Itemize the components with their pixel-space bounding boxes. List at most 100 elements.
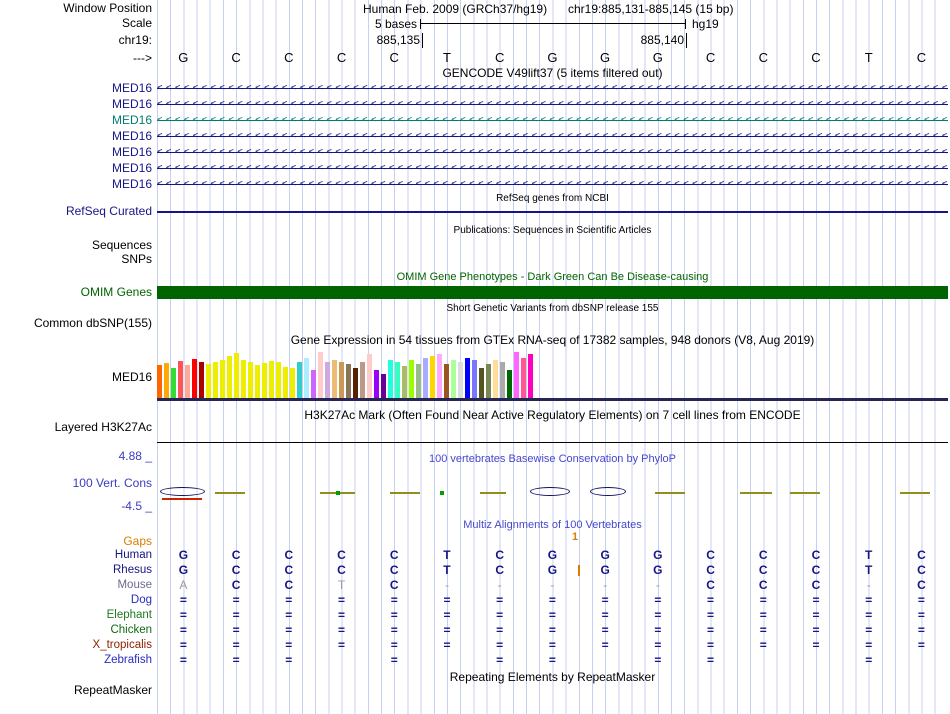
- alignment-base: =: [179, 653, 187, 667]
- gencode-track-title[interactable]: GENCODE V49lift37 (5 items filtered out): [157, 66, 948, 80]
- alignment-base: =: [707, 653, 715, 667]
- alignment-base: =: [601, 638, 609, 652]
- gtex-track-title[interactable]: Gene Expression in 54 tissues from GTEx …: [157, 333, 948, 347]
- alignment-base: C: [337, 563, 346, 577]
- alignment-base: =: [707, 638, 715, 652]
- alignment-base: C: [706, 563, 715, 577]
- strand-arrows: <<<<<<<<<<<<<<<<<<<<<<<<<<<<<<<<<<<<<<<<…: [157, 115, 948, 125]
- alignment-base: =: [390, 593, 398, 607]
- gencode-item-label[interactable]: MED16: [0, 176, 152, 192]
- alignment-base: =: [443, 608, 451, 622]
- gaps-label[interactable]: Gaps: [0, 535, 152, 548]
- species-label[interactable]: X_tropicalis: [0, 638, 152, 653]
- gtex-tissue-bar: [325, 362, 330, 398]
- alignment-base: =: [759, 638, 767, 652]
- phylop-mark-dash: [655, 492, 685, 494]
- multiz-row: Zebrafish = = = = = = = = =: [0, 653, 950, 668]
- alignment-base: =: [443, 623, 451, 637]
- alignment-base: =: [390, 623, 398, 637]
- dbsnp-track-title[interactable]: Short Genetic Variants from dbSNP releas…: [157, 303, 948, 314]
- species-label[interactable]: Mouse: [0, 578, 152, 593]
- omim-gene-item[interactable]: [157, 286, 948, 299]
- gtex-tissue-bar: [493, 360, 498, 398]
- gencode-transcript-row[interactable]: MED16 <<<<<<<<<<<<<<<<<<<<<<<<<<<<<<<<<<<…: [0, 176, 950, 192]
- gencode-item-label[interactable]: MED16: [0, 112, 152, 128]
- alignment-base: =: [338, 638, 346, 652]
- alignment-base: C: [231, 548, 241, 562]
- repeatmasker-track-title[interactable]: Repeating Elements by RepeatMasker: [157, 670, 948, 684]
- h3k27ac-track-title[interactable]: H3K27Ac Mark (Often Found Near Active Re…: [157, 408, 948, 422]
- gtex-tissue-bar: [360, 362, 365, 398]
- alignment-base: C: [811, 578, 821, 592]
- alignment-base: =: [865, 608, 873, 622]
- species-label[interactable]: Human: [0, 548, 152, 563]
- alignment-base: =: [917, 623, 925, 637]
- snps-track-label[interactable]: SNPs: [0, 253, 152, 266]
- gencode-transcript-row[interactable]: MED16 <<<<<<<<<<<<<<<<<<<<<<<<<<<<<<<<<<<…: [0, 80, 950, 96]
- gencode-item-label[interactable]: MED16: [0, 96, 152, 112]
- gencode-transcript-row[interactable]: MED16 <<<<<<<<<<<<<<<<<<<<<<<<<<<<<<<<<<<…: [0, 160, 950, 176]
- alignment-base: C: [337, 548, 346, 562]
- gencode-transcript-row[interactable]: MED16 <<<<<<<<<<<<<<<<<<<<<<<<<<<<<<<<<<<…: [0, 112, 950, 128]
- gtex-tissue-bar: [528, 354, 533, 398]
- species-label[interactable]: Zebrafish: [0, 653, 152, 668]
- multiz-track-title[interactable]: Multiz Alignments of 100 Vertebrates: [157, 519, 948, 531]
- refseq-gene-item[interactable]: [157, 211, 948, 213]
- alignment-base: =: [812, 638, 820, 652]
- gtex-tissue-bar: [297, 362, 302, 398]
- gtex-bars[interactable]: [157, 350, 948, 398]
- ruler-base: G: [600, 50, 611, 65]
- publications-track-title[interactable]: Publications: Sequences in Scientific Ar…: [157, 225, 948, 236]
- omim-genes-label[interactable]: OMIM Genes: [0, 286, 152, 299]
- alignment-base: C: [706, 578, 715, 592]
- omim-track-title[interactable]: OMIM Gene Phenotypes - Dark Green Can Be…: [157, 271, 948, 283]
- gencode-transcript-row[interactable]: MED16 <<<<<<<<<<<<<<<<<<<<<<<<<<<<<<<<<<<…: [0, 96, 950, 112]
- alignment-base: G: [178, 548, 189, 562]
- phylop-marks[interactable]: [157, 485, 948, 503]
- vert-cons-label[interactable]: 100 Vert. Cons: [0, 477, 152, 490]
- repeatmasker-label[interactable]: RepeatMasker: [0, 684, 152, 697]
- gtex-tissue-bar: [311, 370, 316, 398]
- gtex-tissue-bar: [234, 353, 239, 398]
- ruler-base: C: [705, 50, 716, 65]
- transcript-graphic: <<<<<<<<<<<<<<<<<<<<<<<<<<<<<<<<<<<<<<<<…: [157, 112, 948, 128]
- gencode-item-label[interactable]: MED16: [0, 80, 152, 96]
- sequences-track-label[interactable]: Sequences: [0, 239, 152, 252]
- gtex-tissue-bar: [521, 358, 526, 398]
- gtex-tissue-bar: [367, 354, 372, 398]
- gtex-tissue-bar: [500, 362, 505, 398]
- gtex-tissue-bar: [304, 358, 309, 398]
- alignment-base: G: [178, 563, 189, 577]
- species-label[interactable]: Dog: [0, 593, 152, 608]
- ruler-base: C: [284, 50, 294, 65]
- gencode-transcript-row[interactable]: MED16 <<<<<<<<<<<<<<<<<<<<<<<<<<<<<<<<<<<…: [0, 144, 950, 160]
- gencode-transcript-row[interactable]: MED16 <<<<<<<<<<<<<<<<<<<<<<<<<<<<<<<<<<<…: [0, 128, 950, 144]
- alignment-base: -: [603, 578, 608, 592]
- gtex-tissue-bar: [199, 362, 204, 398]
- alignment-base: =: [548, 653, 556, 667]
- phylop-track-title[interactable]: 100 vertebrates Basewise Conservation by…: [157, 453, 948, 465]
- refseq-curated-label[interactable]: RefSeq Curated: [0, 205, 152, 218]
- gencode-item-label[interactable]: MED16: [0, 160, 152, 176]
- alignment-base: -: [497, 578, 502, 592]
- layered-h3k27ac-label[interactable]: Layered H3K27Ac: [0, 421, 152, 434]
- gencode-items: MED16 <<<<<<<<<<<<<<<<<<<<<<<<<<<<<<<<<<<…: [0, 80, 950, 192]
- alignment-base: =: [654, 593, 662, 607]
- species-label[interactable]: Elephant: [0, 608, 152, 623]
- refseq-track-title[interactable]: RefSeq genes from NCBI: [157, 193, 948, 204]
- alignment-base: =: [759, 608, 767, 622]
- species-label[interactable]: Rhesus: [0, 563, 152, 578]
- common-dbsnp-label[interactable]: Common dbSNP(155): [0, 317, 152, 330]
- alignment-base: =: [232, 593, 240, 607]
- alignment-base: =: [338, 608, 346, 622]
- gencode-item-label[interactable]: MED16: [0, 144, 152, 160]
- gencode-item-label[interactable]: MED16: [0, 128, 152, 144]
- species-label[interactable]: Chicken: [0, 623, 152, 638]
- window-position-label: Window Position: [63, 1, 152, 15]
- transcript-graphic: <<<<<<<<<<<<<<<<<<<<<<<<<<<<<<<<<<<<<<<<…: [157, 176, 948, 192]
- base-ruler-track[interactable]: GCCCCTCGGGCCCTC: [157, 50, 948, 65]
- ruler-base: C: [389, 50, 399, 65]
- gtex-gene-label[interactable]: MED16: [0, 371, 152, 384]
- multiz-row: X_tropicalis = = = = = = = = = = = = = = =: [0, 638, 950, 653]
- alignment-base: C: [758, 578, 768, 592]
